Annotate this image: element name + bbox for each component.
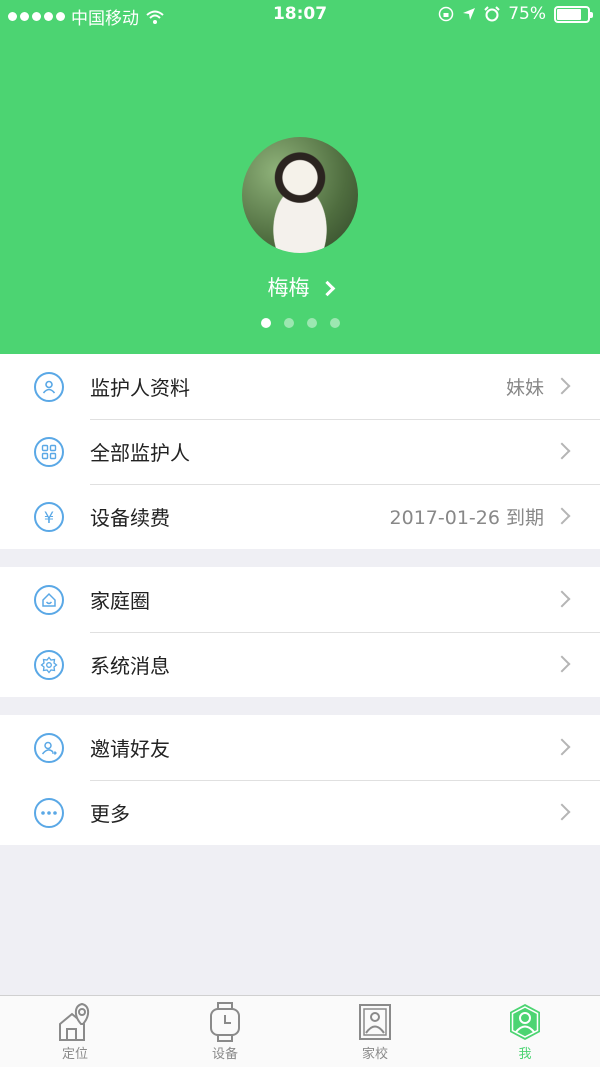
alarm-icon [484, 6, 500, 22]
tab-label: 设备 [211, 1047, 238, 1062]
tab-home-school[interactable]: 家校 [300, 996, 450, 1067]
menu-item-label: 全部监护人 [90, 441, 190, 465]
tab-device[interactable]: 设备 [150, 996, 300, 1067]
menu-item-system-messages[interactable]: 系统消息 [0, 632, 600, 697]
battery-icon [554, 5, 593, 23]
menu-item-value: 2017-01-26 到期 [389, 507, 544, 529]
status-bar: 中国移动 18:07 75% [0, 0, 600, 30]
profile-name-link[interactable]: 梅梅 [0, 272, 600, 302]
user-icon [34, 372, 64, 402]
tab-label: 家校 [361, 1047, 388, 1062]
profile-header: 梅梅 [0, 0, 600, 354]
page-indicator [0, 318, 600, 328]
chevron-right-icon [319, 280, 335, 297]
home-icon [34, 585, 64, 615]
menu-group-family: 家庭圈 系统消息 [0, 567, 600, 697]
profile-name: 梅梅 [267, 276, 310, 300]
chevron-right-icon [553, 507, 571, 525]
menu-item-label: 家庭圈 [90, 589, 150, 613]
gear-icon [34, 650, 64, 680]
chevron-right-icon [553, 655, 571, 673]
menu-item-value: 妹妹 [505, 377, 544, 399]
menu-item-device-renewal[interactable]: ¥ 设备续费 2017-01-26 到期 [0, 484, 600, 549]
page-dot [283, 318, 294, 328]
photo-icon [359, 1004, 391, 1040]
chevron-right-icon [553, 442, 571, 460]
chevron-right-icon [553, 377, 571, 395]
tab-label: 我 [518, 1047, 532, 1062]
menu-item-family-circle[interactable]: 家庭圈 [0, 567, 600, 632]
tab-bar: 定位 设备 家校 我 [0, 995, 600, 1067]
menu-item-label: 监护人资料 [90, 376, 190, 400]
menu-item-label: 邀请好友 [90, 737, 170, 761]
battery-percent: 75% [508, 4, 546, 24]
menu-item-more[interactable]: 更多 [0, 780, 600, 845]
avatar[interactable] [242, 137, 358, 253]
page-dot [306, 318, 317, 328]
chevron-right-icon [553, 803, 571, 821]
location-arrow-icon [463, 8, 476, 20]
tab-location[interactable]: 定位 [0, 996, 150, 1067]
menu-item-guardian-profile[interactable]: 监护人资料 妹妹 [0, 354, 600, 419]
location-icon [59, 1002, 90, 1041]
tab-me[interactable]: 我 [450, 996, 600, 1067]
invite-icon [34, 733, 64, 763]
menu-item-label: 系统消息 [90, 654, 170, 678]
menu-item-label: 更多 [90, 802, 130, 826]
page-dot [260, 318, 271, 328]
grid-icon [34, 437, 64, 467]
menu-group-more: 邀请好友 更多 [0, 715, 600, 845]
chevron-right-icon [553, 590, 571, 608]
tab-label: 定位 [61, 1047, 88, 1062]
menu-item-all-guardians[interactable]: 全部监护人 [0, 419, 600, 484]
menu-item-invite-friends[interactable]: 邀请好友 [0, 715, 600, 780]
me-icon [510, 1004, 540, 1040]
chevron-right-icon [553, 738, 571, 756]
yen-icon: ¥ [34, 502, 64, 532]
more-icon [34, 798, 64, 828]
lock-rotation-icon [438, 6, 454, 22]
watch-icon [210, 1002, 240, 1042]
menu-group-account: 监护人资料 妹妹 全部监护人 ¥ 设备续费 2017-01-26 到期 [0, 354, 600, 549]
menu-item-label: 设备续费 [90, 506, 170, 530]
page-dot [329, 318, 340, 328]
